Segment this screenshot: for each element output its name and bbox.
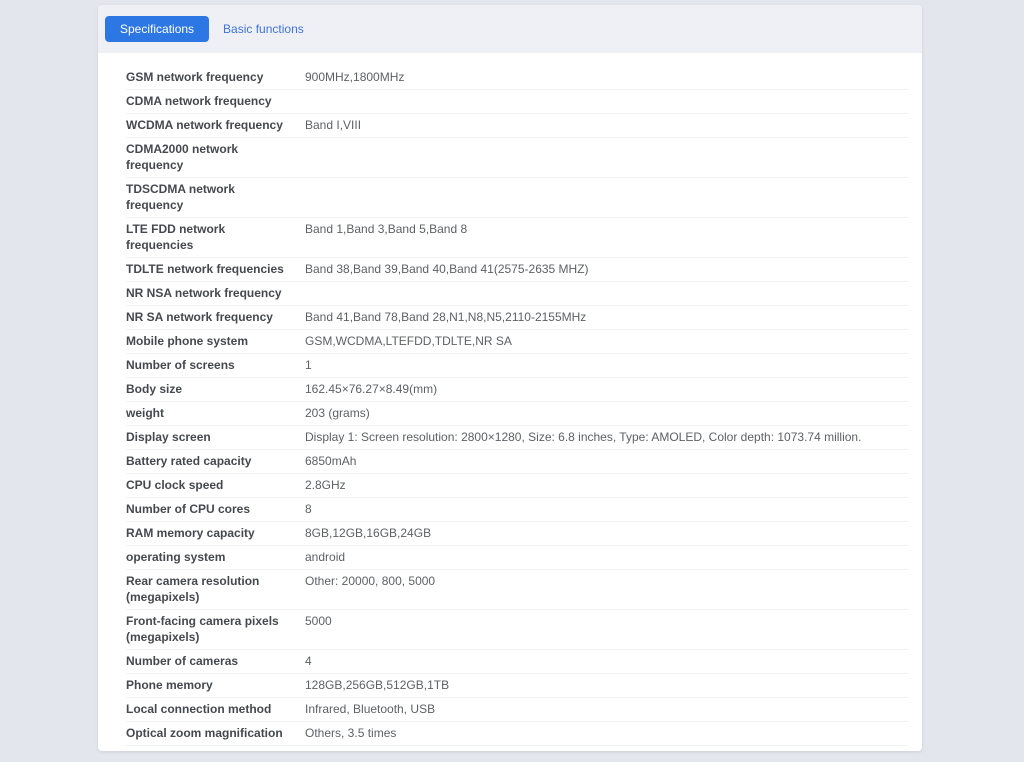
row-value: android	[305, 549, 908, 565]
row-value: Other: 20000, 800, 5000	[305, 573, 908, 589]
row-label: CDMA network frequency	[126, 93, 305, 109]
spec-content: GSM network frequency 900MHz,1800MHz CDM…	[98, 53, 922, 751]
row-value: Infrared, Bluetooth, USB	[305, 701, 908, 717]
row-label: NR SA network frequency	[126, 309, 305, 325]
row-label: Body size	[126, 381, 305, 397]
row-label: NR NSA network frequency	[126, 285, 305, 301]
table-row: NR NSA network frequency	[126, 282, 908, 306]
table-row: RAM memory capacity 8GB,12GB,16GB,24GB	[126, 522, 908, 546]
row-label: custom made	[126, 749, 305, 751]
table-row: Front-facing camera pixels (megapixels) …	[126, 610, 908, 650]
row-label: CDMA2000 network frequency	[126, 141, 305, 173]
row-value: Band 41,Band 78,Band 28,N1,N8,N5,2110-21…	[305, 309, 908, 325]
row-value: Display 1: Screen resolution: 2800×1280,…	[305, 429, 908, 445]
row-value: 1	[305, 357, 908, 373]
row-label: Optical zoom magnification	[126, 725, 305, 741]
row-value	[305, 749, 908, 751]
row-value: 203 (grams)	[305, 405, 908, 421]
row-value: 4	[305, 653, 908, 669]
table-row: Local connection method Infrared, Blueto…	[126, 698, 908, 722]
row-value: 128GB,256GB,512GB,1TB	[305, 677, 908, 693]
table-row: Number of CPU cores 8	[126, 498, 908, 522]
row-value: 2.8GHz	[305, 477, 908, 493]
tab-bar: Specifications Basic functions	[98, 5, 922, 53]
table-row: Battery rated capacity 6850mAh	[126, 450, 908, 474]
table-row: operating system android	[126, 546, 908, 570]
row-value: 8GB,12GB,16GB,24GB	[305, 525, 908, 541]
row-value: Band I,VIII	[305, 117, 908, 133]
row-label: RAM memory capacity	[126, 525, 305, 541]
table-row: TDSCDMA network frequency	[126, 178, 908, 218]
row-label: Number of CPU cores	[126, 501, 305, 517]
table-row: WCDMA network frequency Band I,VIII	[126, 114, 908, 138]
row-label: Number of screens	[126, 357, 305, 373]
row-value	[305, 285, 908, 301]
row-label: Front-facing camera pixels (megapixels)	[126, 613, 305, 645]
tab-basic-functions[interactable]: Basic functions	[223, 22, 304, 36]
row-label: GSM network frequency	[126, 69, 305, 85]
row-value: 5000	[305, 613, 908, 629]
table-row: Phone memory 128GB,256GB,512GB,1TB	[126, 674, 908, 698]
row-label: weight	[126, 405, 305, 421]
table-row: Mobile phone system GSM,WCDMA,LTEFDD,TDL…	[126, 330, 908, 354]
row-value: Band 1,Band 3,Band 5,Band 8	[305, 221, 908, 237]
table-row: Rear camera resolution (megapixels) Othe…	[126, 570, 908, 610]
table-row: Number of screens 1	[126, 354, 908, 378]
row-label: Rear camera resolution (megapixels)	[126, 573, 305, 605]
row-label: operating system	[126, 549, 305, 565]
table-row: Optical zoom magnification Others, 3.5 t…	[126, 722, 908, 746]
row-value: 162.45×76.27×8.49(mm)	[305, 381, 908, 397]
row-value	[305, 141, 908, 157]
row-label: LTE FDD network frequencies	[126, 221, 305, 253]
row-label: Number of cameras	[126, 653, 305, 669]
row-value: 6850mAh	[305, 453, 908, 469]
row-label: CPU clock speed	[126, 477, 305, 493]
row-value: Band 38,Band 39,Band 40,Band 41(2575-263…	[305, 261, 908, 277]
row-label: WCDMA network frequency	[126, 117, 305, 133]
table-row: CDMA network frequency	[126, 90, 908, 114]
row-label: Battery rated capacity	[126, 453, 305, 469]
row-value: GSM,WCDMA,LTEFDD,TDLTE,NR SA	[305, 333, 908, 349]
table-row: weight 203 (grams)	[126, 402, 908, 426]
table-row: TDLTE network frequencies Band 38,Band 3…	[126, 258, 908, 282]
table-row: Body size 162.45×76.27×8.49(mm)	[126, 378, 908, 402]
row-value: 900MHz,1800MHz	[305, 69, 908, 85]
row-label: Phone memory	[126, 677, 305, 693]
table-row: Number of cameras 4	[126, 650, 908, 674]
tab-specifications[interactable]: Specifications	[105, 16, 209, 42]
spec-card: Specifications Basic functions GSM netwo…	[98, 5, 922, 751]
spec-table: GSM network frequency 900MHz,1800MHz CDM…	[126, 66, 908, 751]
row-label: TDLTE network frequencies	[126, 261, 305, 277]
table-row: LTE FDD network frequencies Band 1,Band …	[126, 218, 908, 258]
row-label: TDSCDMA network frequency	[126, 181, 305, 213]
table-row: CDMA2000 network frequency	[126, 138, 908, 178]
row-label: Mobile phone system	[126, 333, 305, 349]
table-row: custom made	[126, 746, 908, 751]
row-value: Others, 3.5 times	[305, 725, 908, 741]
row-value	[305, 93, 908, 109]
row-label: Local connection method	[126, 701, 305, 717]
row-label: Display screen	[126, 429, 305, 445]
row-value	[305, 181, 908, 197]
table-row: NR SA network frequency Band 41,Band 78,…	[126, 306, 908, 330]
table-row: GSM network frequency 900MHz,1800MHz	[126, 66, 908, 90]
row-value: 8	[305, 501, 908, 517]
table-row: Display screen Display 1: Screen resolut…	[126, 426, 908, 450]
table-row: CPU clock speed 2.8GHz	[126, 474, 908, 498]
